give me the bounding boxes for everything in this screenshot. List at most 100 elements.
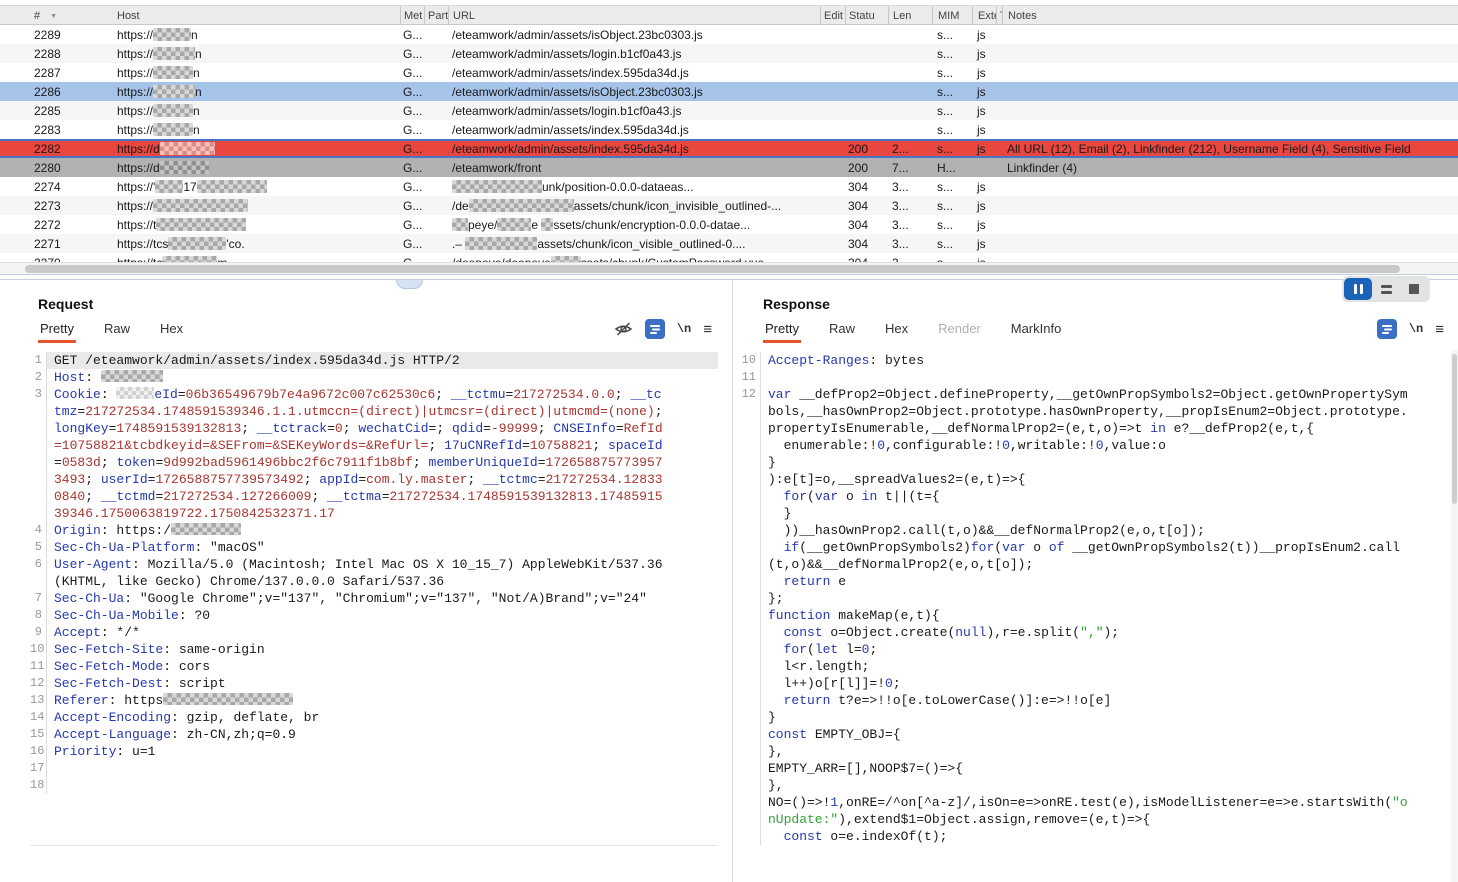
cell-mime: s... xyxy=(932,234,972,253)
col-header-met[interactable]: Met xyxy=(400,6,424,24)
cell-host: https://t xyxy=(110,215,400,234)
code-line: ):e[t]=o,__spreadValues2=(e,t)=>{ xyxy=(737,471,1450,488)
response-tab-render[interactable]: Render xyxy=(936,316,983,343)
editor-menu-icon[interactable]: ≡ xyxy=(703,322,712,337)
request-tab-pretty[interactable]: Pretty xyxy=(38,316,76,343)
line-number: 8 xyxy=(30,607,47,624)
scrollbar-thumb[interactable] xyxy=(25,265,1400,273)
line-wrap-icon[interactable]: \n xyxy=(1409,322,1423,336)
request-tab-raw[interactable]: Raw xyxy=(102,316,132,343)
line-number xyxy=(737,794,761,828)
request-tab-hex[interactable]: Hex xyxy=(158,316,185,343)
table-row-2283[interactable]: 2283https://nG.../eteamwork/admin/assets… xyxy=(0,120,1458,139)
response-tab-pretty[interactable]: Pretty xyxy=(763,316,801,343)
editor-menu-icon[interactable]: ≡ xyxy=(1435,322,1444,337)
code-line: 6User-Agent: Mozilla/5.0 (Macintosh; Int… xyxy=(30,556,718,590)
table-horizontal-scrollbar[interactable] xyxy=(0,262,1458,274)
table-row-2271[interactable]: 2271https://tcs'co.G....– assets/chunk/i… xyxy=(0,234,1458,253)
request-tabrow: Pretty Raw Hex \n ≡ xyxy=(38,314,712,344)
layout-single-button[interactable] xyxy=(1400,278,1428,300)
line-number: 11 xyxy=(737,369,761,386)
cell-edit xyxy=(820,82,845,101)
col-header-mime[interactable]: MIM xyxy=(932,6,972,24)
cell-met: G... xyxy=(400,196,424,215)
line-content: return e xyxy=(761,573,1450,590)
table-row-2287[interactable]: 2287https://nG.../eteamwork/admin/assets… xyxy=(0,63,1458,82)
col-header-notes[interactable]: Notes xyxy=(1002,6,1458,24)
line-number xyxy=(737,726,761,743)
pretty-print-icon[interactable] xyxy=(645,319,665,339)
redacted-blur xyxy=(153,104,193,117)
line-number xyxy=(737,488,761,505)
response-editor[interactable]: 10Accept-Ranges: bytes11 12var __defProp… xyxy=(737,352,1450,876)
response-scrollbar-thumb[interactable] xyxy=(1452,354,1457,504)
cell-edit xyxy=(820,177,845,196)
cell-mime: s... xyxy=(932,253,972,262)
col-header-id[interactable]: #▼ xyxy=(0,6,110,24)
line-content: if(__getOwnPropSymbols2)for(var o of __g… xyxy=(761,539,1450,573)
line-number xyxy=(737,675,761,692)
col-header-part[interactable]: Part xyxy=(424,6,448,24)
table-row-2282[interactable]: 2282https://dG.../eteamwork/admin/assets… xyxy=(0,139,1458,158)
request-editor[interactable]: 1GET /eteamwork/admin/assets/index.595da… xyxy=(30,352,718,846)
cell-host: https://n xyxy=(110,82,400,101)
response-tab-hex[interactable]: Hex xyxy=(883,316,910,343)
table-row-2270[interactable]: 2270https://tcmG.../deepeye/deepeyessets… xyxy=(0,253,1458,262)
table-row-2273[interactable]: 2273https://G.../deassets/chunk/icon_inv… xyxy=(0,196,1458,215)
http-history-table: #▼HostMetPartURLEditStatuLenMIMExteTitle… xyxy=(0,0,1458,262)
code-line: if(__getOwnPropSymbols2)for(var o of __g… xyxy=(737,539,1450,573)
table-row-2286[interactable]: 2286https://nG.../eteamwork/admin/assets… xyxy=(0,82,1458,101)
col-header-host[interactable]: Host xyxy=(110,6,400,24)
line-number: 10 xyxy=(30,641,47,658)
cell-url: /eteamwork/admin/assets/isObject.23bc030… xyxy=(448,82,820,101)
cell-id: 2289 xyxy=(0,25,110,44)
cell-notes: Linkfinder (4) xyxy=(1002,158,1458,177)
table-row-2288[interactable]: 2288https://nG.../eteamwork/admin/assets… xyxy=(0,44,1458,63)
redacted-blur xyxy=(452,218,468,231)
cell-edit xyxy=(820,158,845,177)
line-number xyxy=(737,760,761,777)
cell-host: https://d xyxy=(110,141,400,156)
table-row-2274[interactable]: 2274https://'17G...unk/position-0.0.0-da… xyxy=(0,177,1458,196)
cell-ext: js xyxy=(972,234,996,253)
cell-url: /eteamwork/admin/assets/isObject.23bc030… xyxy=(448,25,820,44)
line-content: Accept: */* xyxy=(47,624,718,641)
line-number xyxy=(737,828,761,845)
code-line: 18 xyxy=(30,777,718,794)
table-row-2272[interactable]: 2272https://tG...peye/e ssets/chunk/encr… xyxy=(0,215,1458,234)
layout-rows-button[interactable] xyxy=(1372,278,1400,300)
cell-edit xyxy=(820,63,845,82)
layout-columns-button[interactable] xyxy=(1344,278,1372,300)
cell-len xyxy=(888,44,932,63)
line-number xyxy=(737,709,761,726)
line-wrap-icon[interactable]: \n xyxy=(677,322,691,336)
line-number: 2 xyxy=(30,369,47,386)
response-vertical-scrollbar[interactable] xyxy=(1451,350,1458,882)
cell-mime: s... xyxy=(932,177,972,196)
col-header-status[interactable]: Statu xyxy=(845,6,888,24)
code-line: const o=e.indexOf(t); xyxy=(737,828,1450,845)
table-row-2285[interactable]: 2285https://nG.../eteamwork/admin/assets… xyxy=(0,101,1458,120)
code-line: enumerable:!0,configurable:!0,writable:!… xyxy=(737,437,1450,454)
response-tab-raw[interactable]: Raw xyxy=(827,316,857,343)
cell-status: 304 xyxy=(845,177,888,196)
line-number: 12 xyxy=(30,675,47,692)
line-content: l<r.length; xyxy=(761,658,1450,675)
eye-off-icon[interactable] xyxy=(614,321,633,337)
line-number xyxy=(737,573,761,590)
col-header-ext[interactable]: Exte xyxy=(972,6,996,24)
redacted-blur xyxy=(171,523,241,535)
line-number: 10 xyxy=(737,352,761,369)
col-header-url[interactable]: URL xyxy=(448,6,820,24)
pretty-print-icon[interactable] xyxy=(1377,319,1397,339)
table-row-2280[interactable]: 2280https://dG.../eteamwork/front2007...… xyxy=(0,158,1458,177)
line-number: 11 xyxy=(30,658,47,675)
cell-part xyxy=(424,234,448,253)
response-tab-markinfo[interactable]: MarkInfo xyxy=(1009,316,1064,343)
code-line: EMPTY_ARR=[],NOOP$7=()=>{ xyxy=(737,760,1450,777)
cell-status xyxy=(845,63,888,82)
table-row-2289[interactable]: 2289https://nG.../eteamwork/admin/assets… xyxy=(0,25,1458,44)
col-header-len[interactable]: Len xyxy=(888,6,932,24)
cell-met: G... xyxy=(400,141,424,156)
col-header-edit[interactable]: Edit xyxy=(820,6,845,24)
